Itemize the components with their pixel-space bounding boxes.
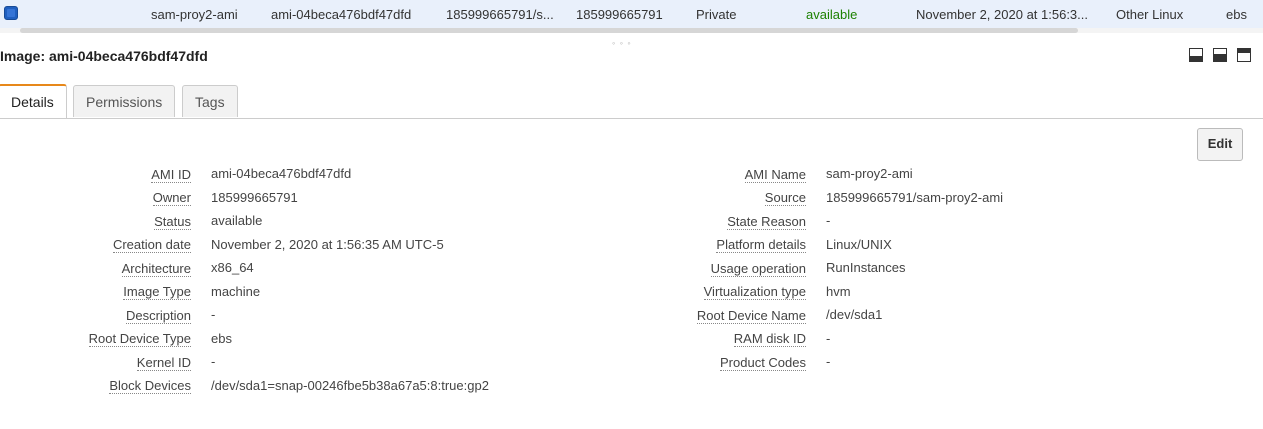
label-architecture: Architecture: [121, 261, 191, 277]
tab-tags[interactable]: Tags: [182, 85, 238, 117]
value-image-type: machine: [211, 284, 261, 299]
label-ami-name: AMI Name: [744, 167, 806, 183]
label-image-type: Image Type: [123, 284, 191, 300]
label-ram-disk-id: RAM disk ID: [733, 331, 806, 347]
cell-owner: 185999665791: [576, 7, 663, 22]
value-root-device-name: /dev/sda1: [826, 307, 883, 322]
value-architecture: x86_64: [211, 260, 254, 275]
label-kernel-id: Kernel ID: [136, 355, 191, 371]
pane-split-icon[interactable]: [1213, 48, 1227, 62]
cell-source: 185999665791/s...: [446, 7, 554, 22]
value-platform-details: Linux/UNIX: [826, 237, 892, 252]
value-usage-operation: RunInstances: [826, 260, 906, 275]
label-root-device-name: Root Device Name: [696, 308, 806, 324]
cell-creation-date: November 2, 2020 at 1:56:3...: [916, 7, 1088, 22]
value-ami-name: sam-proy2-ami: [826, 166, 913, 181]
detail-tabs: Details Permissions Tags: [0, 84, 1263, 119]
cell-platform: Other Linux: [1116, 7, 1184, 22]
label-root-device-type: Root Device Type: [88, 331, 191, 347]
pane-bottom-icon[interactable]: [1189, 48, 1203, 62]
value-owner: 185999665791: [211, 190, 298, 205]
value-status: available: [211, 213, 263, 228]
label-block-devices: Block Devices: [109, 378, 191, 394]
tab-details[interactable]: Details: [0, 84, 67, 118]
scrollbar-thumb[interactable]: [20, 28, 1078, 33]
label-platform-details: Platform details: [716, 237, 806, 253]
label-virtualization-type: Virtualization type: [703, 284, 806, 300]
cell-name: sam-proy2-ami: [151, 7, 238, 22]
tab-permissions[interactable]: Permissions: [73, 85, 176, 117]
pane-layout-controls: [1189, 48, 1251, 62]
detail-title: Image: ami-04beca476bdf47dfd: [0, 48, 208, 64]
pane-top-icon[interactable]: [1237, 48, 1251, 62]
label-status: Status: [154, 214, 191, 230]
value-root-device-type: ebs: [211, 331, 232, 346]
row-checkbox[interactable]: [4, 6, 18, 20]
value-kernel-id: -: [211, 354, 216, 369]
edit-button[interactable]: Edit: [1197, 128, 1243, 161]
cell-visibility: Private: [696, 7, 737, 22]
label-description: Description: [125, 308, 191, 324]
label-ami-id: AMI ID: [151, 167, 191, 183]
label-state-reason: State Reason: [727, 214, 806, 230]
value-description: -: [211, 307, 216, 322]
table-row-selected[interactable]: sam-proy2-ami ami-04beca476bdf47dfd 1859…: [0, 0, 1263, 29]
label-usage-operation: Usage operation: [710, 261, 806, 277]
value-product-codes: -: [826, 354, 831, 369]
horizontal-scrollbar[interactable]: [0, 28, 1263, 33]
value-creation-date: November 2, 2020 at 1:56:35 AM UTC-5: [211, 237, 444, 252]
label-product-codes: Product Codes: [720, 355, 806, 371]
value-ami-id: ami-04beca476bdf47dfd: [211, 166, 352, 181]
value-block-devices: /dev/sda1=snap-00246fbe5b38a67a5:8:true:…: [211, 378, 489, 393]
value-source: 185999665791/sam-proy2-ami: [826, 190, 1004, 205]
cell-root-device: ebs: [1226, 7, 1247, 22]
value-virtualization-type: hvm: [826, 284, 851, 299]
label-owner: Owner: [152, 190, 191, 206]
label-source: Source: [764, 190, 806, 206]
value-state-reason: -: [826, 213, 831, 228]
cell-status: available: [806, 7, 858, 22]
cell-ami-id: ami-04beca476bdf47dfd: [271, 7, 412, 22]
resize-grip-icon[interactable]: ◦ ◦ ◦: [612, 38, 632, 48]
value-ram-disk-id: -: [826, 331, 831, 346]
label-creation-date: Creation date: [112, 237, 191, 253]
